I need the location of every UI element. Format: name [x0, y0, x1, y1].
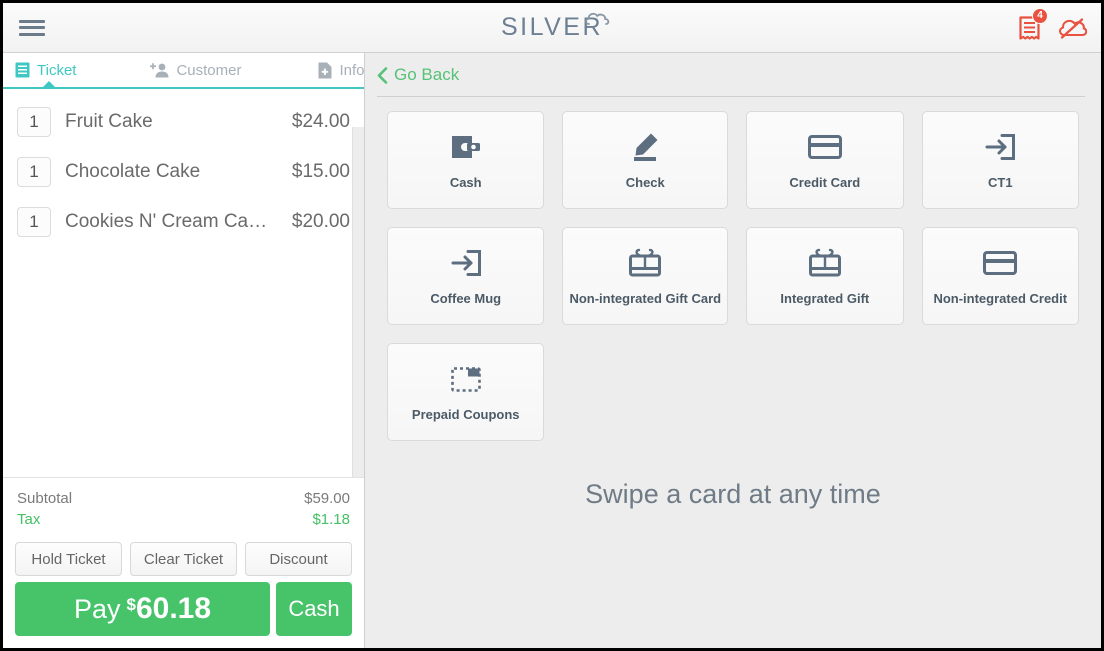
ticket-line-item[interactable]: 1 Fruit Cake $24.00 — [3, 97, 364, 147]
tab-customer-label: Customer — [176, 61, 242, 79]
arrow-into-box-icon — [450, 246, 482, 280]
subtotal-row: Subtotal $59.00 — [17, 488, 350, 509]
payment-tile-integrated-gift[interactable]: Integrated Gift — [746, 227, 904, 325]
app-window: SILVER 4 Ticket Customer Info 1 Fruit Ca… — [3, 3, 1101, 648]
receipt-icon — [15, 62, 30, 78]
payment-tile-label: Prepaid Coupons — [411, 406, 520, 422]
top-bar: SILVER 4 — [3, 3, 1101, 53]
ticket-items-list: 1 Fruit Cake $24.00 1 Chocolate Cake $15… — [3, 89, 364, 477]
payment-tile-coffee-mug[interactable]: Coffee Mug — [387, 227, 545, 325]
ticket-line-item[interactable]: 1 Cookies N' Cream Ca… $20.00 — [3, 197, 364, 247]
payment-tile-label: Non-integrated Credit — [933, 290, 1068, 306]
tax-value: $1.18 — [312, 511, 350, 528]
payment-tile-label: Credit Card — [789, 174, 861, 190]
hold-ticket-button[interactable]: Hold Ticket — [15, 542, 122, 576]
line-item-price: $24.00 — [291, 111, 350, 132]
hamburger-bar — [19, 19, 45, 23]
tax-label: Tax — [17, 511, 41, 528]
connection-status-button[interactable] — [1057, 16, 1087, 40]
payment-tile-cash[interactable]: Cash — [387, 111, 545, 209]
line-item-quantity[interactable]: 1 — [17, 157, 51, 187]
line-item-quantity[interactable]: 1 — [17, 107, 51, 137]
go-back-button[interactable]: Go Back — [377, 65, 459, 85]
cash-quick-button[interactable]: Cash — [276, 582, 352, 636]
ticket-totals: Subtotal $59.00 Tax $1.18 — [3, 477, 364, 534]
payment-tile-non-integrated-credit[interactable]: Non-integrated Credit — [921, 227, 1079, 325]
chevron-left-icon — [377, 66, 388, 84]
pay-button[interactable]: Pay $60.18 — [15, 582, 270, 636]
credit-card-icon — [807, 130, 842, 164]
payment-tile-label: Integrated Gift — [780, 290, 870, 306]
credit-card-icon — [983, 246, 1018, 280]
payment-tile-label: Check — [625, 174, 665, 190]
hamburger-bar — [19, 26, 45, 29]
payment-tile-credit-card[interactable]: Credit Card — [746, 111, 904, 209]
payment-tile-label: Non-integrated Gift Card — [569, 290, 722, 306]
line-item-name: Fruit Cake — [65, 111, 153, 132]
ticket-tabs: Ticket Customer Info — [3, 53, 365, 89]
go-back-divider — [377, 96, 1085, 97]
ticket-line-item[interactable]: 1 Chocolate Cake $15.00 — [3, 147, 364, 197]
payment-tile-label: Cash — [449, 174, 482, 190]
pay-row: Pay $60.18 Cash — [3, 582, 364, 648]
tab-customer[interactable]: Customer — [150, 53, 241, 87]
line-item-quantity[interactable]: 1 — [17, 207, 51, 237]
cloud-icon — [585, 4, 611, 33]
go-back-label: Go Back — [394, 65, 460, 84]
active-tab-indicator — [41, 81, 57, 89]
gift-card-icon — [808, 246, 842, 280]
payment-tile-label: Coffee Mug — [430, 290, 502, 306]
ticket-action-buttons: Hold Ticket Clear Ticket Discount — [3, 534, 364, 582]
top-bar-actions: 4 — [1018, 3, 1087, 52]
subtotal-value: $59.00 — [304, 490, 350, 507]
tab-ticket[interactable]: Ticket — [15, 53, 77, 89]
coupon-dashed-icon — [450, 362, 482, 396]
tab-info-label: Info — [339, 61, 365, 79]
tab-ticket-label: Ticket — [37, 61, 77, 79]
wallet-icon — [450, 130, 482, 164]
pay-amount: $60.18 — [126, 592, 211, 626]
main-body: Ticket Customer Info 1 Fruit Cake $24.00… — [3, 53, 1101, 648]
pay-amount-value: 60.18 — [135, 592, 212, 625]
payment-tile-ct1[interactable]: CT1 — [921, 111, 1079, 209]
ticket-panel: Ticket Customer Info 1 Fruit Cake $24.00… — [3, 53, 365, 648]
line-item-name: Cookies N' Cream Ca… — [65, 211, 268, 232]
brand-logo: SILVER — [3, 3, 1101, 52]
line-item-price: $20.00 — [291, 211, 350, 232]
pay-currency-symbol: $ — [126, 595, 136, 614]
payment-tile-prepaid-coupons[interactable]: Prepaid Coupons — [387, 343, 545, 441]
go-back-bar: Go Back — [365, 53, 1101, 97]
open-tickets-badge: 4 — [1032, 7, 1048, 24]
tab-info[interactable]: Info — [318, 53, 365, 87]
cloud-offline-icon — [1059, 17, 1087, 39]
line-item-price: $15.00 — [291, 161, 350, 182]
open-tickets-button[interactable]: 4 — [1018, 7, 1048, 41]
logo-text: SILVER — [500, 13, 604, 41]
swipe-card-message: Swipe a card at any time — [585, 479, 881, 509]
payment-tile-check[interactable]: Check — [562, 111, 729, 209]
subtotal-label: Subtotal — [17, 490, 73, 507]
gift-card-icon — [628, 246, 662, 280]
tax-row: Tax $1.18 — [17, 509, 350, 530]
pay-label: Pay — [73, 593, 121, 624]
payment-panel: Go Back Cash Check Credit Card CT1 Coffe… — [365, 53, 1101, 648]
clear-ticket-button[interactable]: Clear Ticket — [130, 542, 237, 576]
arrow-into-box-icon — [984, 130, 1016, 164]
ticket-list-scrollbar[interactable] — [352, 127, 364, 477]
payment-method-grid: Cash Check Credit Card CT1 Coffee Mug No… — [365, 97, 1101, 441]
document-add-icon — [318, 62, 332, 78]
payment-tile-label: CT1 — [987, 174, 1013, 190]
hamburger-menu-icon[interactable] — [19, 18, 45, 38]
add-person-icon — [150, 63, 169, 78]
line-item-name: Chocolate Cake — [65, 161, 201, 182]
pencil-signature-icon — [629, 130, 661, 164]
discount-button[interactable]: Discount — [245, 542, 352, 576]
hamburger-bar — [19, 32, 45, 36]
payment-tile-non-integrated-gift-card[interactable]: Non-integrated Gift Card — [562, 227, 729, 325]
